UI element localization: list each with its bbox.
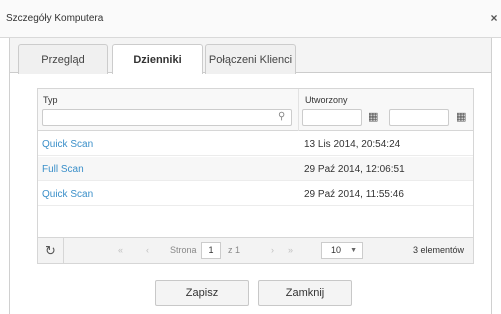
date-to-input[interactable] [389,109,449,126]
page-total-label: z 1 [228,245,241,255]
page-number-input[interactable]: 1 [201,242,221,259]
last-page-icon[interactable]: » [288,245,293,255]
close-icon[interactable]: × [488,10,500,26]
tab-connected-clients[interactable]: Połączeni Klienci [205,44,296,74]
dialog-title: Szczegóły Komputera [6,13,104,24]
table-row[interactable]: Quick Scan 13 Lis 2014, 20:54:24 [38,132,473,156]
table-row[interactable]: Full Scan 29 Paź 2014, 12:06:51 [38,157,473,181]
date-from-input[interactable] [302,109,362,126]
close-button[interactable]: Zamknij [258,280,352,306]
table-row[interactable]: Quick Scan 29 Paź 2014, 11:55:46 [38,182,473,206]
next-page-icon[interactable]: › [271,245,274,255]
first-page-icon[interactable]: « [118,245,123,255]
log-type-link[interactable]: Quick Scan [42,189,93,200]
dialog-right-border [491,38,492,314]
calendar-icon[interactable]: ▦ [456,111,468,123]
tab-overview[interactable]: Przegląd [18,44,108,74]
grid-header: Typ Utworzony ⚲ ▦ ▦ [38,89,473,131]
dialog-titlebar: Szczegóły Komputera × [0,0,501,38]
column-header-type[interactable]: Typ [43,95,58,105]
log-created-date: 13 Lis 2014, 20:54:24 [304,139,401,150]
item-count: 3 elementów [412,245,464,255]
log-type-link[interactable]: Quick Scan [42,139,93,150]
logs-grid: Typ Utworzony ⚲ ▦ ▦ Quick Scan 13 Lis 20… [37,88,474,264]
caret-down-icon: ▼ [350,247,357,254]
log-created-date: 29 Paź 2014, 12:06:51 [304,164,405,175]
page-label: Strona [170,245,197,255]
computer-details-dialog: Szczegóły Komputera × Przegląd Dzienniki… [0,0,501,314]
refresh-icon[interactable]: ↻ [38,238,64,264]
log-created-date: 29 Paź 2014, 11:55:46 [304,189,404,200]
grid-pager: ↻ « ‹ Strona 1 z 1 › » 10 ▼ 3 elementów [38,237,473,264]
save-button[interactable]: Zapisz [155,280,249,306]
column-header-created[interactable]: Utworzony [305,95,348,105]
tab-logs[interactable]: Dzienniki [112,44,203,74]
dialog-left-border [9,38,10,314]
page-size-select[interactable]: 10 ▼ [321,242,363,259]
page-size-value: 10 [331,245,342,255]
calendar-icon[interactable]: ▦ [368,111,380,123]
type-filter-input[interactable] [42,109,292,126]
log-type-link[interactable]: Full Scan [42,164,84,175]
prev-page-icon[interactable]: ‹ [146,245,149,255]
column-divider [298,89,299,131]
